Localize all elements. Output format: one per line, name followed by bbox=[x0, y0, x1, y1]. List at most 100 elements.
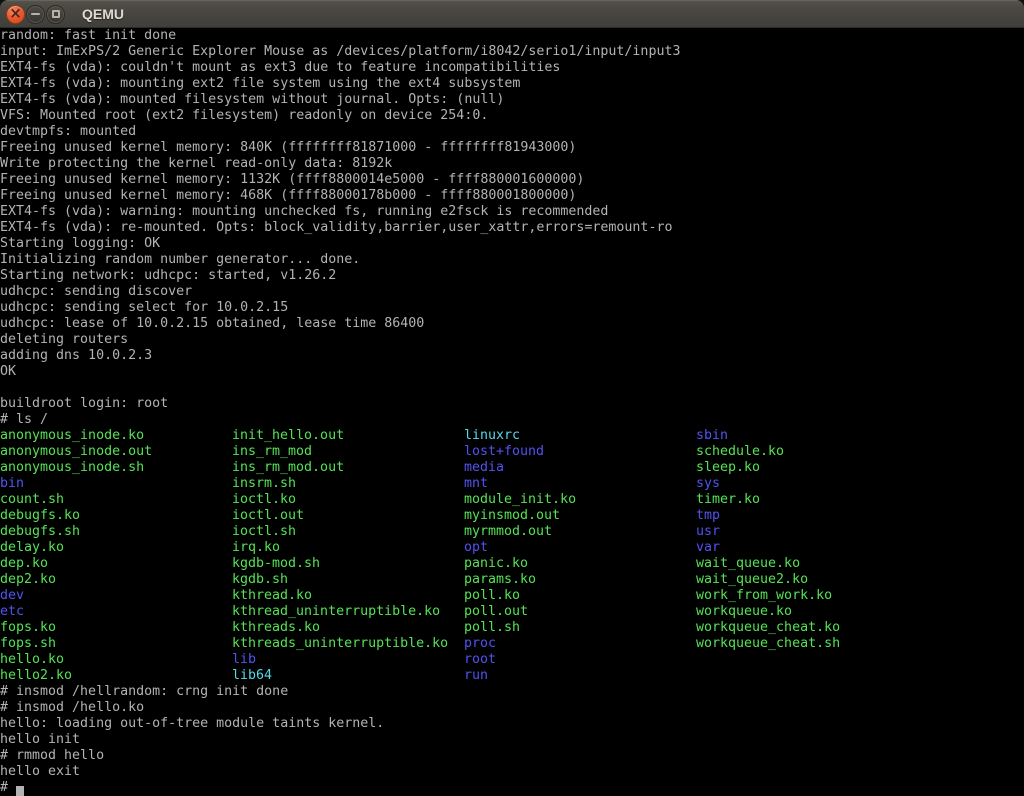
file-entry: opt bbox=[464, 540, 696, 556]
console-line: devtmpfs: mounted bbox=[0, 124, 1024, 140]
ls-row: anonymous_inode.outins_rm_modlost+founds… bbox=[0, 444, 1024, 460]
ls-row: dep.kokgdb-mod.shpanic.kowait_queue.ko bbox=[0, 556, 1024, 572]
console-line: # insmod /hello.ko bbox=[0, 700, 1024, 716]
file-entry: ioctl.ko bbox=[232, 492, 464, 508]
file-entry: myrmmod.out bbox=[464, 524, 696, 540]
terminal-console[interactable]: random: fast init doneinput: ImExPS/2 Ge… bbox=[0, 28, 1024, 796]
file-entry: run bbox=[464, 668, 696, 684]
file-entry: anonymous_inode.ko bbox=[0, 428, 232, 444]
cursor bbox=[16, 786, 24, 796]
maximize-button[interactable] bbox=[46, 5, 65, 24]
ls-row: bininsrm.shmntsys bbox=[0, 476, 1024, 492]
file-entry: panic.ko bbox=[464, 556, 696, 572]
file-entry: workqueue.ko bbox=[696, 604, 928, 620]
file-entry: wait_queue.ko bbox=[696, 556, 928, 572]
file-entry: dep2.ko bbox=[0, 572, 232, 588]
file-entry: sleep.ko bbox=[696, 460, 928, 476]
ls-row: debugfs.koioctl.outmyinsmod.outtmp bbox=[0, 508, 1024, 524]
file-entry: dev bbox=[0, 588, 232, 604]
ls-row: debugfs.shioctl.shmyrmmod.outusr bbox=[0, 524, 1024, 540]
file-entry: sys bbox=[696, 476, 928, 492]
console-line: Starting logging: OK bbox=[0, 236, 1024, 252]
ls-row: anonymous_inode.shins_rm_mod.outmediasle… bbox=[0, 460, 1024, 476]
ls-row: hello2.kolib64run bbox=[0, 668, 1024, 684]
file-entry: myinsmod.out bbox=[464, 508, 696, 524]
prompt-line: # bbox=[0, 780, 1024, 796]
console-line: udhcpc: sending select for 10.0.2.15 bbox=[0, 300, 1024, 316]
file-entry: ioctl.out bbox=[232, 508, 464, 524]
file-entry: debugfs.sh bbox=[0, 524, 232, 540]
minimize-button[interactable] bbox=[26, 5, 45, 24]
file-entry: anonymous_inode.sh bbox=[0, 460, 232, 476]
file-entry: kthreads_uninterruptible.ko bbox=[232, 636, 464, 652]
console-line: hello: loading out-of-tree module taints… bbox=[0, 716, 1024, 732]
console-line: hello exit bbox=[0, 764, 1024, 780]
console-line: Freeing unused kernel memory: 1132K (fff… bbox=[0, 172, 1024, 188]
console-line: Starting network: udhcpc: started, v1.26… bbox=[0, 268, 1024, 284]
ls-row: dep2.kokgdb.shparams.kowait_queue2.ko bbox=[0, 572, 1024, 588]
file-entry: fops.sh bbox=[0, 636, 232, 652]
file-entry: sbin bbox=[696, 428, 928, 444]
maximize-icon bbox=[52, 10, 60, 18]
file-entry: work_from_work.ko bbox=[696, 588, 928, 604]
file-entry: kthreads.ko bbox=[232, 620, 464, 636]
file-entry: bin bbox=[0, 476, 232, 492]
file-entry: proc bbox=[464, 636, 696, 652]
console-line: hello init bbox=[0, 732, 1024, 748]
file-entry: kthread.ko bbox=[232, 588, 464, 604]
file-entry: poll.sh bbox=[464, 620, 696, 636]
file-entry: kgdb.sh bbox=[232, 572, 464, 588]
file-entry: dep.ko bbox=[0, 556, 232, 572]
file-entry: usr bbox=[696, 524, 928, 540]
ls-row: etckthread_uninterruptible.kopoll.outwor… bbox=[0, 604, 1024, 620]
file-entry: mnt bbox=[464, 476, 696, 492]
file-entry: module_init.ko bbox=[464, 492, 696, 508]
console-line: EXT4-fs (vda): couldn't mount as ext3 du… bbox=[0, 60, 1024, 76]
file-entry: init_hello.out bbox=[232, 428, 464, 444]
file-entry: linuxrc bbox=[464, 428, 696, 444]
qemu-window: × QEMU random: fast init doneinput: ImEx… bbox=[0, 0, 1024, 796]
file-entry: schedule.ko bbox=[696, 444, 928, 460]
file-entry: workqueue_cheat.ko bbox=[696, 620, 928, 636]
file-entry: poll.out bbox=[464, 604, 696, 620]
console-line: Freeing unused kernel memory: 468K (ffff… bbox=[0, 188, 1024, 204]
console-line: udhcpc: lease of 10.0.2.15 obtained, lea… bbox=[0, 316, 1024, 332]
close-icon: × bbox=[9, 6, 22, 21]
console-line: Write protecting the kernel read-only da… bbox=[0, 156, 1024, 172]
console-line: # ls / bbox=[0, 412, 1024, 428]
file-entry: lib bbox=[232, 652, 464, 668]
file-entry: etc bbox=[0, 604, 232, 620]
close-button[interactable]: × bbox=[6, 5, 25, 24]
file-entry: delay.ko bbox=[0, 540, 232, 556]
console-line: EXT4-fs (vda): re-mounted. Opts: block_v… bbox=[0, 220, 1024, 236]
file-entry: irq.ko bbox=[232, 540, 464, 556]
file-entry: tmp bbox=[696, 508, 928, 524]
file-entry: insrm.sh bbox=[232, 476, 464, 492]
ls-row: hello.kolibroot bbox=[0, 652, 1024, 668]
console-line bbox=[0, 380, 1024, 396]
ls-row: delay.koirq.kooptvar bbox=[0, 540, 1024, 556]
console-line: adding dns 10.0.2.3 bbox=[0, 348, 1024, 364]
file-entry: timer.ko bbox=[696, 492, 928, 508]
file-entry: var bbox=[696, 540, 928, 556]
window-titlebar: × QEMU bbox=[0, 0, 1024, 28]
file-entry: ioctl.sh bbox=[232, 524, 464, 540]
file-entry: lost+found bbox=[464, 444, 696, 460]
file-entry: hello2.ko bbox=[0, 668, 232, 684]
console-line: buildroot login: root bbox=[0, 396, 1024, 412]
file-entry: ins_rm_mod bbox=[232, 444, 464, 460]
ls-row: devkthread.kopoll.kowork_from_work.ko bbox=[0, 588, 1024, 604]
console-line: EXT4-fs (vda): mounting ext2 file system… bbox=[0, 76, 1024, 92]
file-entry: debugfs.ko bbox=[0, 508, 232, 524]
console-line: VFS: Mounted root (ext2 filesystem) read… bbox=[0, 108, 1024, 124]
console-line: random: fast init done bbox=[0, 28, 1024, 44]
console-line: input: ImExPS/2 Generic Explorer Mouse a… bbox=[0, 44, 1024, 60]
file-entry: params.ko bbox=[464, 572, 696, 588]
file-entry: count.sh bbox=[0, 492, 232, 508]
console-line: EXT4-fs (vda): warning: mounting uncheck… bbox=[0, 204, 1024, 220]
ls-row: fops.kokthreads.kopoll.shworkqueue_cheat… bbox=[0, 620, 1024, 636]
file-entry: fops.ko bbox=[0, 620, 232, 636]
minimize-icon bbox=[31, 13, 40, 15]
console-line: OK bbox=[0, 364, 1024, 380]
file-entry: ins_rm_mod.out bbox=[232, 460, 464, 476]
